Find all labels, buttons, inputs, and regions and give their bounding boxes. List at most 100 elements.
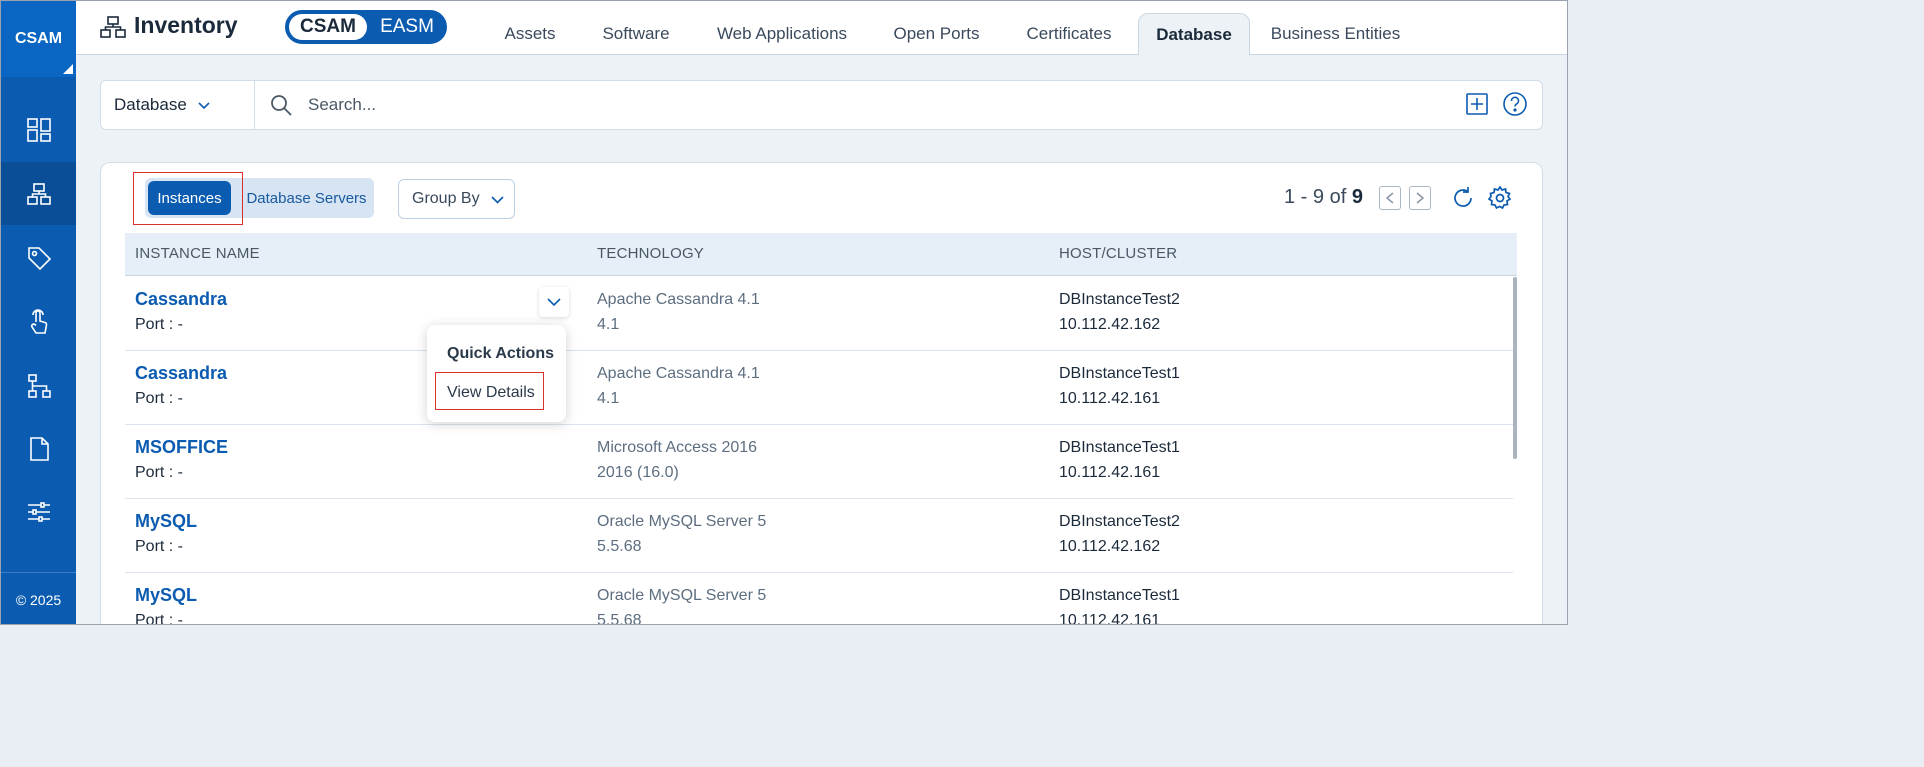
gear-icon[interactable] (1487, 185, 1513, 211)
chevron-down-icon (547, 298, 561, 307)
host-ip: 10.112.42.161 (1059, 390, 1161, 407)
row-actions-button[interactable] (539, 287, 569, 317)
search-icon (271, 95, 292, 116)
group-by-dropdown[interactable]: Group By (398, 179, 515, 219)
host-name: DBInstanceTest1 (1059, 365, 1180, 382)
pagination-of: of (1329, 186, 1347, 208)
dashboard-icon (26, 117, 51, 142)
brand-logo[interactable]: CSAM (1, 1, 76, 77)
tag-icon (27, 246, 51, 270)
instance-port: Port : - (135, 612, 184, 625)
highlight-box-instances (133, 172, 243, 225)
inventory-icon (26, 182, 51, 205)
toggle-option-easm[interactable]: EASM (369, 14, 445, 40)
instance-name-link[interactable]: MySQL (135, 585, 197, 606)
sidebar-item-responses[interactable] (1, 290, 76, 353)
pagination-range: 1 - 9 (1284, 186, 1325, 208)
document-icon (29, 436, 49, 461)
sidebar-item-reports[interactable] (1, 417, 76, 480)
host-ip: 10.112.42.161 (1059, 464, 1161, 481)
technology-version: 2016 (16.0) (597, 464, 679, 481)
search-input[interactable] (308, 89, 1408, 121)
sidebar-item-dashboard[interactable] (1, 98, 76, 161)
sliders-icon (27, 501, 50, 522)
help-icon[interactable] (1502, 91, 1528, 117)
quick-actions-menu: Quick Actions View Details (427, 325, 566, 422)
search-scope-label: Database (114, 95, 187, 114)
add-icon[interactable] (1465, 92, 1489, 116)
previous-page-button[interactable] (1379, 186, 1401, 210)
csam-easm-toggle[interactable]: CSAM EASM (285, 10, 447, 44)
header-bar: Inventory CSAM EASM Assets Software Web … (76, 1, 1567, 55)
pagination-total: 9 (1351, 186, 1363, 208)
refresh-icon[interactable] (1450, 185, 1476, 211)
sidebar: CSAM © 2025 (1, 1, 76, 624)
app-window: CSAM © 2025 Inventory CSAM EASM Assets S… (0, 0, 1568, 625)
host-ip: 10.112.42.162 (1059, 316, 1161, 333)
sidebar-item-tags[interactable] (1, 226, 76, 289)
instance-port: Port : - (135, 316, 184, 333)
instance-port: Port : - (135, 464, 184, 481)
highlight-box-view-details (435, 372, 544, 410)
table-row[interactable]: MySQL Port : - Oracle MySQL Server 5 5.5… (125, 573, 1513, 625)
inventory-title-icon (100, 16, 126, 38)
host-name: DBInstanceTest2 (1059, 291, 1180, 308)
sidebar-item-inventory[interactable] (1, 162, 76, 225)
tab-business-entities[interactable]: Business Entities (1263, 13, 1408, 55)
instance-name-link[interactable]: MySQL (135, 511, 197, 532)
tab-software[interactable]: Software (590, 13, 682, 55)
group-by-label: Group By (412, 190, 480, 207)
search-scope-dropdown[interactable]: Database (101, 81, 255, 129)
instance-name-link[interactable]: Cassandra (135, 363, 227, 384)
chevron-down-icon (198, 102, 210, 110)
instances-panel: Instances Database Servers Group By 1 - … (100, 162, 1543, 625)
chevron-left-icon (1385, 192, 1394, 204)
copyright-text: © 2025 (1, 572, 76, 624)
table-row[interactable]: MSOFFICE Port : - Microsoft Access 2016 … (125, 425, 1513, 499)
host-ip: 10.112.42.162 (1059, 538, 1161, 555)
technology-name: Apache Cassandra 4.1 (597, 365, 760, 382)
tab-assets[interactable]: Assets (492, 13, 568, 55)
technology-version: 5.5.68 (597, 538, 642, 555)
chevron-right-icon (1416, 192, 1425, 204)
column-header-technology[interactable]: TECHNOLOGY (597, 245, 704, 262)
technology-name: Oracle MySQL Server 5 (597, 587, 767, 604)
quick-actions-title: Quick Actions (447, 345, 554, 362)
table-row[interactable]: Cassandra Port : - Apache Cassandra 4.1 … (125, 277, 1513, 351)
brand-label: CSAM (14, 30, 63, 47)
tab-certificates[interactable]: Certificates (1013, 13, 1125, 55)
tab-database[interactable]: Database (1138, 13, 1250, 55)
column-header-instance-name[interactable]: INSTANCE NAME (135, 245, 260, 262)
instance-port: Port : - (135, 538, 184, 555)
column-header-host-cluster[interactable]: HOST/CLUSTER (1059, 245, 1177, 262)
instance-port: Port : - (135, 390, 184, 407)
table-scrollbar[interactable] (1513, 277, 1517, 459)
sidebar-item-configuration[interactable] (1, 480, 76, 543)
host-name: DBInstanceTest2 (1059, 513, 1180, 530)
next-page-button[interactable] (1409, 186, 1431, 210)
sidebar-item-hierarchy[interactable] (1, 354, 76, 417)
corner-triangle-icon (63, 64, 73, 74)
toggle-option-csam[interactable]: CSAM (289, 14, 367, 40)
touch-icon (30, 308, 47, 334)
instance-name-link[interactable]: Cassandra (135, 289, 227, 310)
pagination-summary: 1 - 9 of 9 (1284, 186, 1363, 209)
instance-name-link[interactable]: MSOFFICE (135, 437, 228, 458)
host-name: DBInstanceTest1 (1059, 587, 1180, 604)
tab-open-ports[interactable]: Open Ports (882, 13, 991, 55)
tab-web-applications[interactable]: Web Applications (704, 13, 860, 55)
host-name: DBInstanceTest1 (1059, 439, 1180, 456)
search-bar: Database (100, 80, 1543, 130)
database-servers-tab-button[interactable]: Database Servers (239, 181, 374, 215)
hierarchy-icon (27, 373, 51, 398)
technology-version: 4.1 (597, 316, 620, 333)
table-row[interactable]: MySQL Port : - Oracle MySQL Server 5 5.5… (125, 499, 1513, 573)
table-row[interactable]: Cassandra Port : - Apache Cassandra 4.1 … (125, 351, 1513, 425)
table-header: INSTANCE NAME TECHNOLOGY HOST/CLUSTER (125, 233, 1517, 276)
technology-name: Microsoft Access 2016 (597, 439, 758, 456)
technology-name: Apache Cassandra 4.1 (597, 291, 760, 308)
chevron-down-icon (491, 195, 504, 204)
page-title: Inventory (134, 12, 238, 38)
technology-version: 4.1 (597, 390, 620, 407)
technology-version: 5.5.68 (597, 612, 642, 625)
